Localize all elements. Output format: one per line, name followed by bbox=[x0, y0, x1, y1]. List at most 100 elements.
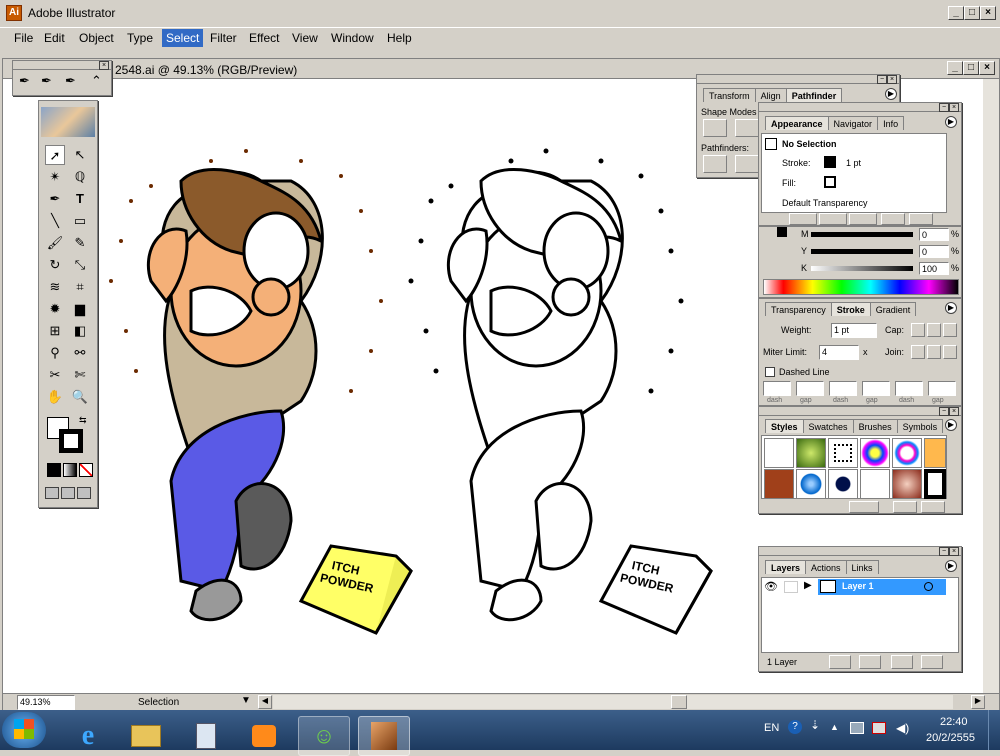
layers-minimize-icon[interactable]: − bbox=[939, 547, 949, 556]
volume-tray-icon[interactable]: ◀) bbox=[896, 721, 909, 735]
color-spectrum-bar[interactable] bbox=[763, 279, 959, 295]
layers-close-icon[interactable]: × bbox=[949, 547, 959, 556]
convert-anchor-icon[interactable]: ⌃ bbox=[91, 73, 102, 89]
knife-icon[interactable]: ✄ bbox=[70, 365, 90, 385]
styles-close-icon[interactable]: × bbox=[949, 407, 959, 416]
scale-tool-icon[interactable]: ⤡ bbox=[70, 255, 90, 275]
free-transform-icon[interactable]: ⌗ bbox=[70, 277, 90, 297]
layer-expand-icon[interactable]: ▶ bbox=[804, 580, 812, 591]
tab-brushes[interactable]: Brushes bbox=[852, 419, 898, 433]
dash-field-3[interactable] bbox=[895, 381, 923, 396]
menu-filter[interactable]: Filter bbox=[210, 31, 237, 45]
network-tray-icon[interactable] bbox=[850, 722, 864, 734]
layers-menu-icon[interactable]: ▶ bbox=[945, 560, 957, 572]
vertical-scrollbar[interactable] bbox=[983, 79, 999, 693]
style-navy-square[interactable] bbox=[828, 469, 858, 499]
blend-tool-icon[interactable]: ⚯ bbox=[70, 343, 90, 363]
screen-mode-full-menu-icon[interactable] bbox=[61, 487, 75, 499]
delete-style-button[interactable] bbox=[921, 501, 945, 513]
hand-tool-icon[interactable]: ✋ bbox=[45, 387, 65, 407]
rectangle-tool-icon[interactable]: ▭ bbox=[70, 211, 90, 231]
gap-field-3[interactable] bbox=[928, 381, 956, 396]
style-dotted-frame[interactable] bbox=[828, 438, 858, 468]
tab-layers[interactable]: Layers bbox=[765, 560, 807, 574]
tab-gradient[interactable]: Gradient bbox=[869, 302, 917, 316]
miter-field[interactable]: 4 bbox=[819, 345, 859, 360]
scroll-right-button[interactable]: ▶ bbox=[971, 695, 985, 709]
pen-tool-icon[interactable]: ✒ bbox=[45, 189, 65, 209]
color-fill-swatch[interactable] bbox=[777, 227, 787, 237]
style-white[interactable] bbox=[860, 469, 890, 499]
status-dropdown-arrow[interactable]: ▼ bbox=[241, 695, 251, 706]
tab-info[interactable]: Info bbox=[877, 116, 905, 130]
stroke-menu-icon[interactable]: ▶ bbox=[945, 302, 957, 314]
appearance-close-icon[interactable]: × bbox=[949, 103, 959, 112]
gap-field-2[interactable] bbox=[862, 381, 890, 396]
direct-selection-icon[interactable]: ↖ bbox=[70, 145, 90, 165]
eyedropper-icon[interactable]: ⚲ bbox=[45, 343, 65, 363]
minimize-button[interactable]: _ bbox=[948, 6, 964, 20]
rotate-tool-icon[interactable]: ↻ bbox=[45, 255, 65, 275]
delete-item-button[interactable] bbox=[909, 213, 933, 225]
tab-appearance[interactable]: Appearance bbox=[765, 116, 829, 130]
style-marble[interactable] bbox=[892, 469, 922, 499]
symbol-sprayer-icon[interactable]: ✹ bbox=[45, 299, 65, 319]
delete-anchor-icon[interactable]: ✒ bbox=[65, 73, 76, 89]
none-mode-icon[interactable] bbox=[79, 463, 93, 477]
layer-row[interactable]: Layer 1 bbox=[818, 579, 946, 595]
status-mode[interactable]: Selection bbox=[138, 697, 179, 708]
magenta-slider[interactable] bbox=[811, 232, 913, 237]
language-indicator[interactable]: EN bbox=[764, 722, 779, 734]
weight-field[interactable]: 1 pt bbox=[831, 323, 877, 338]
menu-edit[interactable]: Edit bbox=[44, 31, 65, 45]
bevel-join-button[interactable] bbox=[943, 345, 957, 359]
scroll-left-button[interactable]: ◀ bbox=[258, 695, 272, 709]
tab-links[interactable]: Links bbox=[845, 560, 879, 574]
tearoff-close-icon[interactable]: × bbox=[99, 61, 109, 70]
pen-icon[interactable]: ✒ bbox=[19, 73, 30, 89]
color-mode-icon[interactable] bbox=[47, 463, 61, 477]
dash-field-1[interactable] bbox=[763, 381, 791, 396]
dashed-line-checkbox[interactable] bbox=[765, 367, 775, 377]
subtract-shape-button[interactable] bbox=[735, 119, 759, 137]
magenta-value[interactable]: 0 bbox=[919, 228, 949, 241]
tab-align[interactable]: Align bbox=[754, 88, 787, 102]
black-value[interactable]: 100 bbox=[919, 262, 949, 275]
new-art-basic-button[interactable] bbox=[789, 213, 817, 225]
messenger-icon[interactable]: ☺ bbox=[298, 716, 350, 756]
stroke-swatch[interactable] bbox=[59, 429, 83, 453]
selection-tool-icon[interactable]: ➚ bbox=[45, 145, 65, 165]
type-tool-icon[interactable]: T bbox=[70, 189, 90, 209]
style-blue-sphere[interactable] bbox=[796, 469, 826, 499]
make-clipping-mask-button[interactable] bbox=[829, 655, 851, 669]
zoom-field[interactable]: 49.13% bbox=[17, 695, 75, 710]
calculator-icon[interactable] bbox=[180, 716, 232, 756]
fill-row-swatch[interactable] bbox=[824, 176, 836, 188]
style-starburst[interactable] bbox=[860, 438, 890, 468]
pathfinder-menu-icon[interactable]: ▶ bbox=[885, 88, 897, 100]
action-center-icon[interactable] bbox=[872, 722, 886, 734]
paintbrush-icon[interactable]: 🖌 bbox=[45, 233, 65, 253]
style-rust[interactable] bbox=[764, 469, 794, 499]
new-layer-button[interactable] bbox=[891, 655, 913, 669]
black-slider[interactable] bbox=[811, 266, 913, 271]
doc-close-button[interactable]: × bbox=[979, 61, 995, 75]
menu-view[interactable]: View bbox=[292, 31, 318, 45]
media-player-icon[interactable] bbox=[238, 716, 290, 756]
style-green-sphere[interactable] bbox=[796, 438, 826, 468]
warp-tool-icon[interactable]: ≋ bbox=[45, 277, 65, 297]
stroke-row-swatch[interactable] bbox=[824, 156, 836, 168]
style-default[interactable] bbox=[764, 438, 794, 468]
menu-file[interactable]: File bbox=[14, 31, 33, 45]
file-explorer-icon[interactable] bbox=[120, 716, 172, 756]
butt-cap-button[interactable] bbox=[911, 323, 925, 337]
close-button[interactable]: × bbox=[980, 6, 996, 20]
miter-join-button[interactable] bbox=[911, 345, 925, 359]
graph-tool-icon[interactable]: ▆ bbox=[70, 299, 90, 319]
line-tool-icon[interactable]: ╲ bbox=[45, 211, 65, 231]
dash-field-2[interactable] bbox=[829, 381, 857, 396]
round-cap-button[interactable] bbox=[927, 323, 941, 337]
round-join-button[interactable] bbox=[927, 345, 941, 359]
tab-navigator[interactable]: Navigator bbox=[827, 116, 879, 130]
add-shape-button[interactable] bbox=[703, 119, 727, 137]
